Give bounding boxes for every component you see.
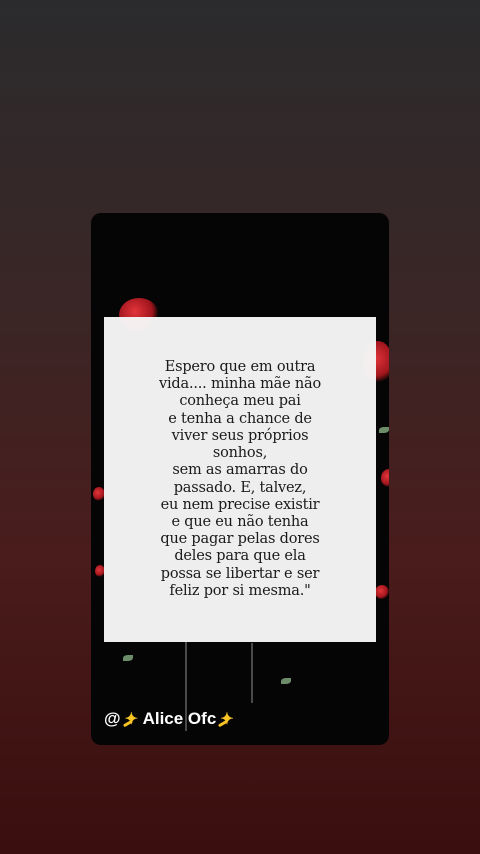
rose-petal (375, 585, 389, 599)
leaf (281, 678, 291, 684)
handle-prefix: @ (104, 709, 121, 728)
sparkle-icon (123, 709, 141, 729)
handle-name: Alice Ofc (142, 709, 217, 728)
quote-text: Espero que em outra vida.... minha mãe n… (158, 359, 322, 599)
leaf (379, 427, 389, 433)
sparkle-icon (218, 709, 236, 729)
rose-petal (381, 469, 389, 487)
author-handle[interactable]: @ Alice Ofc (104, 709, 236, 729)
leaf (123, 655, 133, 661)
quote-box: Espero que em outra vida.... minha mãe n… (104, 317, 376, 642)
rose-stem (251, 643, 253, 703)
